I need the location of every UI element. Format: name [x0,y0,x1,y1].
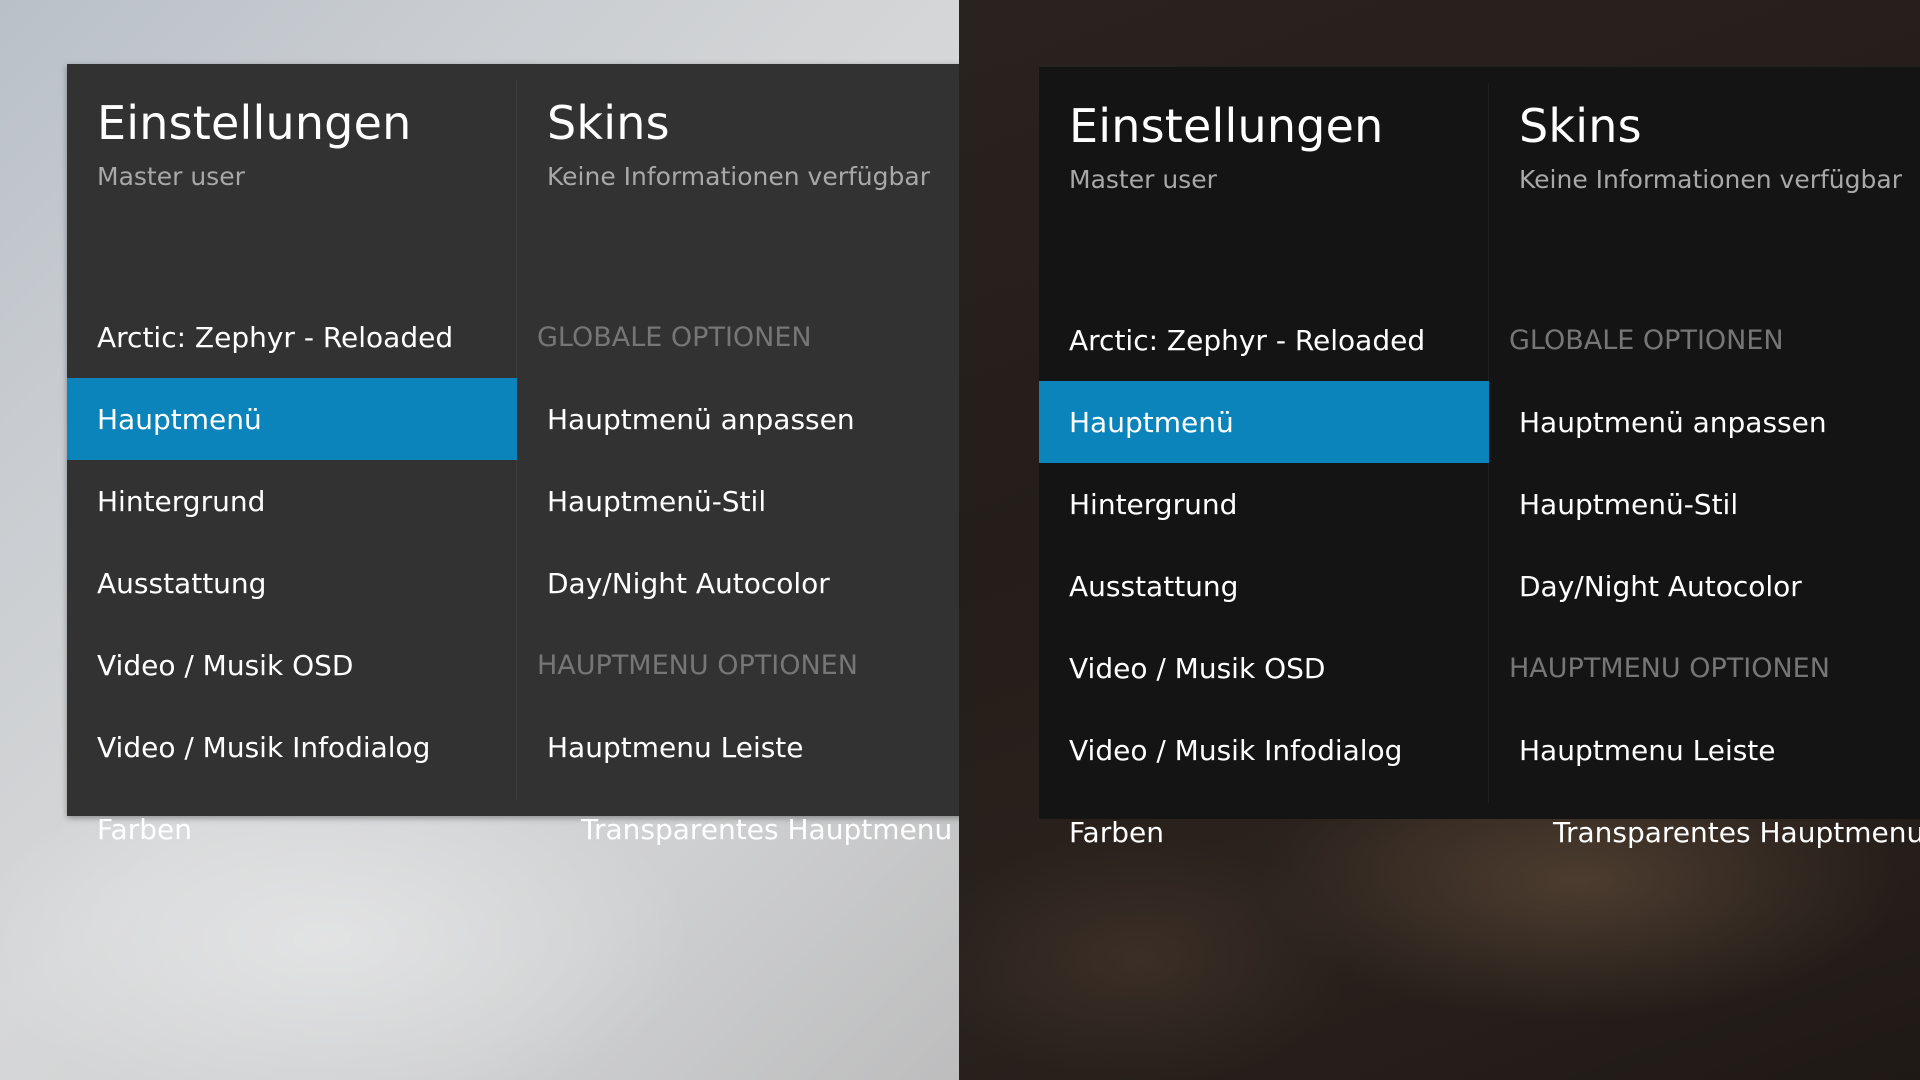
category-item-video-musik-osd[interactable]: Video / Musik OSD [67,624,517,706]
section-subtitle: Keine Informationen verfügbar [547,162,930,191]
settings-category-column: Einstellungen Master user Arctic: Zephyr… [1039,67,1489,849]
section-header-hauptmenu-optionen: HAUPTMENU OPTIONEN [1509,652,1830,684]
page-title: Einstellungen [97,96,412,150]
settings-panel-light: Einstellungen Master user Arctic: Zephyr… [67,64,959,846]
option-transparentes-hauptmenu[interactable]: Transparentes Hauptmenu [517,788,959,870]
dark-theme-screen: Einstellungen Master user Arctic: Zephyr… [959,0,1920,1080]
option-hauptmenu-leiste[interactable]: Hauptmenu Leiste [517,706,959,788]
settings-options-column: Skins Keine Informationen verfügbar GLOB… [517,64,959,846]
light-theme-screen: Einstellungen Master user Arctic: Zephyr… [0,0,959,1080]
section-header-globale-optionen: GLOBALE OPTIONEN [537,321,812,353]
section-header-globale-optionen: GLOBALE OPTIONEN [1509,324,1784,356]
section-header-hauptmenu-optionen: HAUPTMENU OPTIONEN [537,649,858,681]
option-hauptmenue-anpassen[interactable]: Hauptmenü anpassen [1489,381,1920,463]
option-transparentes-hauptmenu[interactable]: Transparentes Hauptmenu [1489,791,1920,873]
category-item-ausstattung[interactable]: Ausstattung [67,542,517,624]
category-item-video-musik-infodialog[interactable]: Video / Musik Infodialog [1039,709,1489,791]
category-item-hauptmenue[interactable]: Hauptmenü [67,378,517,460]
category-item-video-musik-osd[interactable]: Video / Musik OSD [1039,627,1489,709]
section-subtitle: Keine Informationen verfügbar [1519,165,1902,194]
category-item-hintergrund[interactable]: Hintergrund [1039,463,1489,545]
category-item-farben[interactable]: Farben [67,788,517,870]
category-item-video-musik-infodialog[interactable]: Video / Musik Infodialog [67,706,517,788]
option-hauptmenue-stil[interactable]: Hauptmenü-Stil [517,460,959,542]
settings-category-column: Einstellungen Master user Arctic: Zephyr… [67,64,517,846]
option-hauptmenue-stil[interactable]: Hauptmenü-Stil [1489,463,1920,545]
category-item-ausstattung[interactable]: Ausstattung [1039,545,1489,627]
section-title: Skins [1519,99,1642,153]
option-hauptmenu-leiste[interactable]: Hauptmenu Leiste [1489,709,1920,791]
category-item-farben[interactable]: Farben [1039,791,1489,873]
category-item-hauptmenue[interactable]: Hauptmenü [1039,381,1489,463]
profile-subtitle: Master user [1069,165,1217,194]
settings-panel-dark: Einstellungen Master user Arctic: Zephyr… [1039,67,1920,849]
page-title: Einstellungen [1069,99,1384,153]
option-hauptmenue-anpassen[interactable]: Hauptmenü anpassen [517,378,959,460]
settings-options-column: Skins Keine Informationen verfügbar GLOB… [1489,67,1920,849]
profile-subtitle: Master user [97,162,245,191]
category-item-hintergrund[interactable]: Hintergrund [67,460,517,542]
option-day-night-autocolor[interactable]: Day/Night Autocolor [1489,545,1920,627]
option-day-night-autocolor[interactable]: Day/Night Autocolor [517,542,959,624]
section-title: Skins [547,96,670,150]
category-item-arctic-zephyr[interactable]: Arctic: Zephyr - Reloaded [1039,299,1489,381]
category-item-arctic-zephyr[interactable]: Arctic: Zephyr - Reloaded [67,296,517,378]
